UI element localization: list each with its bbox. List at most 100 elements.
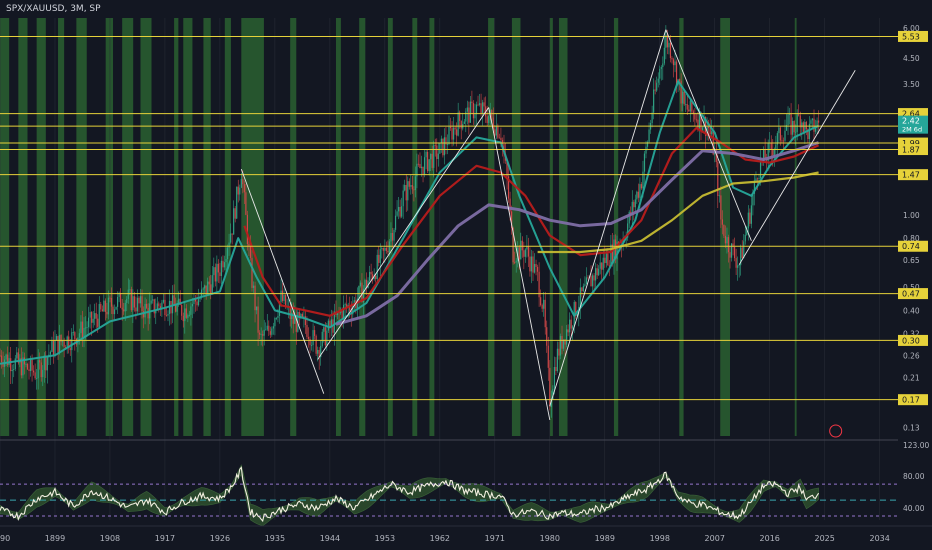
candle-body xyxy=(94,313,96,319)
candle-body xyxy=(466,107,468,112)
candle-body xyxy=(375,275,377,280)
candle-body xyxy=(792,120,794,135)
candle-body xyxy=(787,114,789,126)
candle-body xyxy=(565,329,568,345)
candle-body xyxy=(196,301,198,306)
candle-body xyxy=(584,284,586,286)
candle-body xyxy=(11,370,13,372)
price-tick-label: 3.50 xyxy=(903,80,920,89)
candle-body xyxy=(437,153,439,160)
candle-body xyxy=(645,146,647,154)
candle-body xyxy=(104,300,106,312)
candle-body xyxy=(312,330,314,346)
candle-body xyxy=(185,308,187,318)
candle-body xyxy=(152,299,154,301)
candle-body xyxy=(381,248,383,250)
candle-body xyxy=(175,305,177,312)
candle-body xyxy=(414,176,417,191)
candle-body xyxy=(97,318,99,327)
candle-body xyxy=(31,359,33,371)
candle-body xyxy=(540,297,542,306)
candle-body xyxy=(633,201,635,208)
candle-body xyxy=(385,247,387,251)
candle-body xyxy=(810,120,812,124)
candle-body xyxy=(214,267,216,282)
candle-body xyxy=(359,282,362,286)
candle-body xyxy=(127,289,129,299)
candle-body xyxy=(271,328,273,335)
candle-body xyxy=(280,290,282,302)
candle-body xyxy=(802,122,804,132)
candle-body xyxy=(81,321,84,339)
candle-body xyxy=(71,332,73,351)
candle-body xyxy=(130,289,132,311)
candle-body xyxy=(595,268,597,281)
candle-body xyxy=(91,312,93,323)
candle-body xyxy=(555,367,557,372)
candle-body xyxy=(431,153,433,168)
candle-body xyxy=(814,127,817,132)
candle-body xyxy=(607,253,609,266)
candle-body xyxy=(798,114,800,116)
candle-body xyxy=(657,78,659,83)
candle-body xyxy=(443,137,446,156)
rsi-tick-label: 40.00 xyxy=(903,504,925,513)
candle-body xyxy=(146,303,148,308)
recession-band xyxy=(203,18,211,436)
recession-band xyxy=(794,18,797,436)
candle-body xyxy=(527,246,530,257)
candle-body xyxy=(581,287,583,292)
candle-body xyxy=(572,325,574,329)
candle-body xyxy=(585,277,588,285)
candle-body xyxy=(116,296,119,307)
recession-band xyxy=(76,18,87,436)
candle-body xyxy=(663,47,665,64)
candle-body xyxy=(570,319,572,329)
candle-body xyxy=(147,307,149,319)
candle-body xyxy=(804,121,806,132)
candle-body xyxy=(323,327,325,332)
candle-body xyxy=(132,296,134,311)
candle-body xyxy=(269,331,271,335)
candle-body xyxy=(813,118,815,132)
candle-body xyxy=(39,360,41,363)
candle-body xyxy=(236,186,238,219)
chart-canvas[interactable]: 6.004.503.502.602.001.501.000.800.650.50… xyxy=(0,0,932,550)
candle-body xyxy=(103,300,105,312)
candle-body xyxy=(300,314,302,317)
candle-body xyxy=(115,306,117,310)
candle-body xyxy=(190,306,192,315)
candle-body xyxy=(62,341,64,343)
candle-body xyxy=(469,101,471,123)
candle-body xyxy=(167,314,169,316)
current-price-countdown: 2M 6d xyxy=(902,126,922,134)
level-label: 1.87 xyxy=(902,146,920,155)
candle-body xyxy=(49,351,51,355)
candle-body xyxy=(87,317,90,328)
candle-body xyxy=(587,277,589,279)
candle-body xyxy=(92,318,94,323)
candle-body xyxy=(781,140,783,142)
candle-body xyxy=(413,189,415,191)
candle-body xyxy=(213,267,215,276)
candle-body xyxy=(636,191,638,200)
candle-body xyxy=(390,232,392,242)
candle-body xyxy=(63,341,65,347)
candle-body xyxy=(173,295,175,306)
candle-body xyxy=(730,243,733,258)
candle-body xyxy=(124,302,126,312)
candle-body xyxy=(324,327,326,346)
candle-body xyxy=(454,127,456,130)
candle-body xyxy=(440,138,442,143)
time-tick-label: 2016 xyxy=(760,534,780,543)
candle-body xyxy=(569,319,571,333)
candle-body xyxy=(686,104,688,110)
candle-body xyxy=(260,334,262,335)
candle-body xyxy=(795,131,797,133)
candle-body xyxy=(208,281,210,285)
candle-body xyxy=(567,329,569,333)
candle-body xyxy=(524,249,526,257)
price-tick-label: 0.65 xyxy=(903,256,920,265)
candle-body xyxy=(755,178,757,181)
candle-body xyxy=(388,241,391,253)
